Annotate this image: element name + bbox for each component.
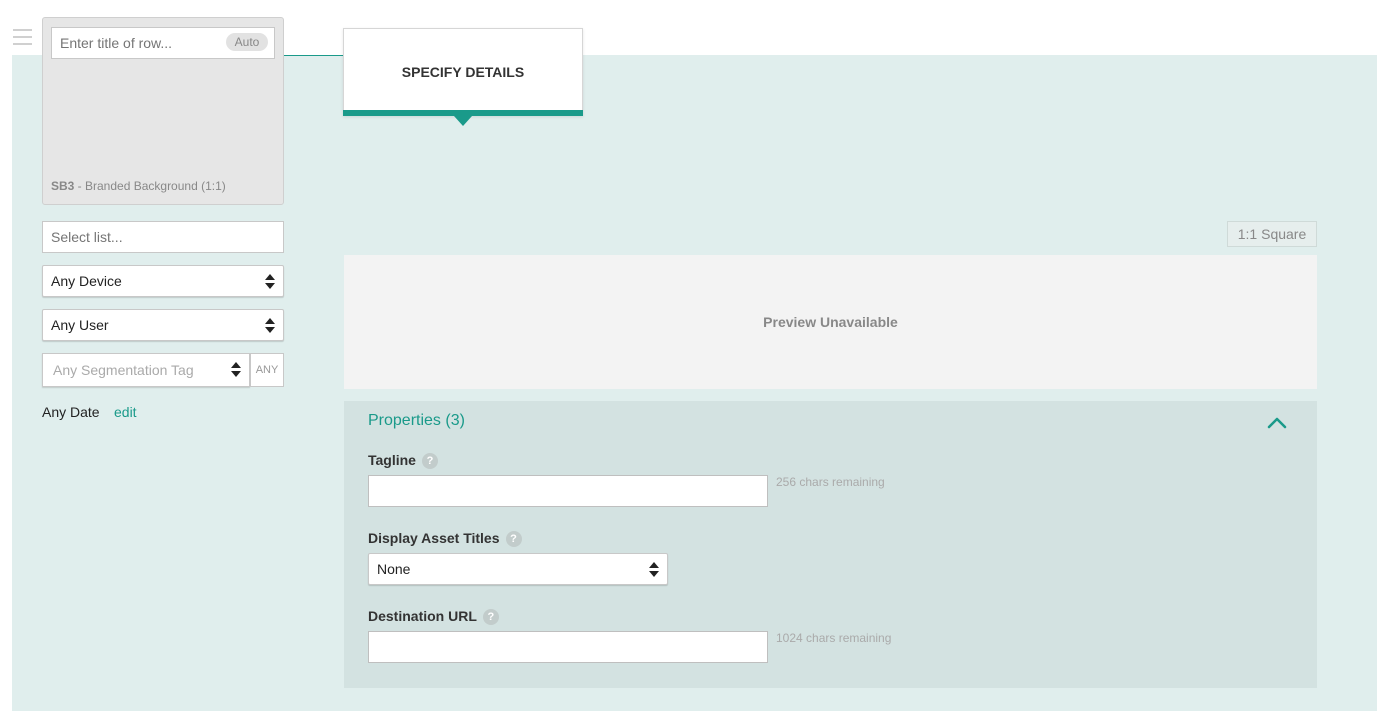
destination-url-label-text: Destination URL [368,608,477,624]
menu-icon[interactable] [13,29,32,45]
row-template-caption: SB3 - Branded Background (1:1) [51,179,226,193]
properties-title[interactable]: Properties (3) [368,412,465,430]
user-dropdown-value: Any User [51,317,109,333]
tagline-chars-remaining: 256 chars remaining [776,475,885,489]
tab-connector-line [284,55,344,56]
segmentation-tag-dropdown[interactable]: Any Segmentation Tag [42,353,250,387]
segmentation-tag-placeholder: Any Segmentation Tag [53,362,194,378]
sort-arrows-icon [231,362,241,378]
properties-panel: Properties (3) Tagline? 256 chars remain… [344,401,1317,688]
help-icon[interactable]: ? [421,453,438,469]
list-select-input[interactable] [42,221,284,253]
edit-date-link[interactable]: edit [114,404,137,420]
tagline-label-text: Tagline [368,452,416,468]
preview-panel: Preview Unavailable [344,255,1317,389]
aspect-ratio-badge: 1:1 Square [1227,221,1317,247]
destination-url-label: Destination URL? [368,608,499,625]
tagline-input[interactable] [368,475,768,507]
row-template-code: SB3 [51,179,75,193]
display-asset-titles-label: Display Asset Titles? [368,530,522,547]
tab-specify-details[interactable]: SPECIFY DETAILS [343,28,583,116]
active-tab-pointer [454,116,472,126]
sort-arrows-icon [265,274,275,290]
sort-arrows-icon [649,562,659,578]
destination-url-input[interactable] [368,631,768,663]
sort-arrows-icon [265,318,275,334]
menu-icon-bar [13,43,32,45]
auto-badge[interactable]: Auto [226,33,268,51]
date-filter-label: Any Date [42,404,100,420]
app-canvas: Auto SB3 - Branded Background (1:1) Any … [0,0,1387,721]
device-dropdown-value: Any Device [51,273,122,289]
chevron-up-icon[interactable] [1265,413,1289,433]
segmentation-any-button[interactable]: ANY [250,353,284,387]
destination-url-chars-remaining: 1024 chars remaining [776,631,892,645]
display-asset-titles-value: None [377,561,411,577]
help-icon[interactable]: ? [505,531,522,547]
preview-message: Preview Unavailable [763,314,898,330]
row-card[interactable]: Auto SB3 - Branded Background (1:1) [42,17,284,205]
tagline-label: Tagline? [368,452,438,469]
row-template-name: - Branded Background (1:1) [74,179,226,193]
help-icon[interactable]: ? [482,609,499,625]
display-asset-titles-dropdown[interactable]: None [368,553,668,585]
menu-icon-bar [13,29,32,31]
device-dropdown[interactable]: Any Device [42,265,284,297]
user-dropdown[interactable]: Any User [42,309,284,341]
tab-specify-details-label: SPECIFY DETAILS [401,64,525,80]
display-asset-titles-label-text: Display Asset Titles [368,530,500,546]
menu-icon-bar [13,36,32,38]
